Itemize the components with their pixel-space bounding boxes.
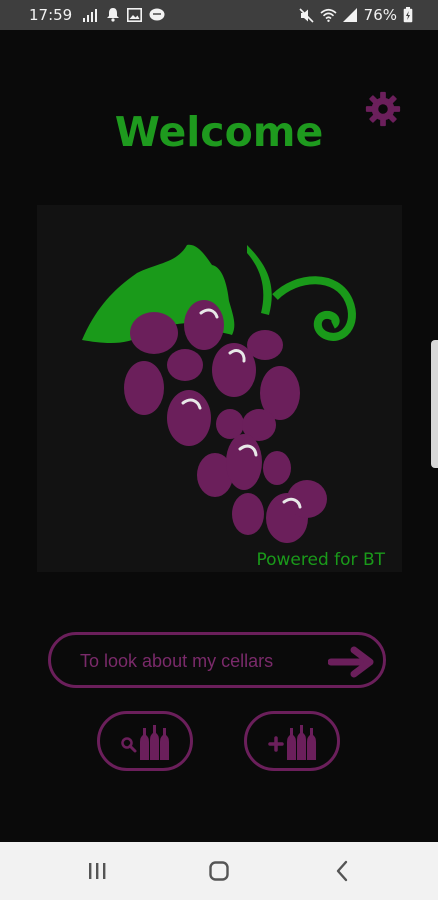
cellars-button-label: To look about my cellars bbox=[80, 651, 274, 671]
look-cellars-button[interactable]: To look about my cellars bbox=[48, 632, 386, 688]
add-bottles-icon bbox=[268, 725, 316, 760]
battery-percent: 76% bbox=[363, 6, 397, 24]
bell-icon bbox=[107, 8, 119, 22]
navigation-bar bbox=[0, 842, 438, 900]
grape bbox=[130, 312, 178, 354]
chat-bubble-icon bbox=[149, 8, 165, 20]
grape bbox=[232, 493, 264, 535]
search-bottles-icon bbox=[121, 725, 169, 760]
image-icon bbox=[127, 7, 142, 22]
signal-bars-icon bbox=[83, 8, 97, 22]
powered-by-text: Powered for BT bbox=[256, 550, 385, 570]
grape bbox=[167, 390, 211, 446]
home-icon[interactable] bbox=[199, 856, 239, 886]
mute-icon bbox=[299, 7, 314, 23]
grape bbox=[124, 361, 164, 415]
curl-shape bbox=[272, 276, 356, 341]
status-time: 17:59 bbox=[29, 6, 73, 24]
grape bbox=[263, 451, 291, 485]
status-bar: 17:59 76% bbox=[0, 0, 438, 30]
grape bbox=[184, 300, 224, 350]
search-bottles-button[interactable] bbox=[97, 711, 193, 771]
grape bbox=[167, 349, 203, 381]
recents-icon[interactable] bbox=[77, 856, 117, 886]
wifi-icon bbox=[320, 8, 337, 22]
back-icon[interactable] bbox=[322, 856, 362, 886]
edge-panel-handle[interactable] bbox=[431, 340, 438, 468]
tendril-shape bbox=[247, 245, 272, 315]
grape bbox=[226, 434, 262, 490]
grape bbox=[216, 409, 244, 439]
arrow-right-icon bbox=[328, 646, 374, 678]
add-bottles-button[interactable] bbox=[244, 711, 340, 771]
status-left-icons bbox=[83, 7, 165, 22]
battery-charging-icon bbox=[403, 7, 413, 23]
grapes-logo bbox=[82, 244, 356, 543]
cellular-signal-icon bbox=[342, 8, 357, 22]
page-title: Welcome bbox=[114, 108, 324, 156]
logo-panel: Powered for BT bbox=[37, 205, 402, 572]
status-right: 76% bbox=[299, 6, 413, 24]
